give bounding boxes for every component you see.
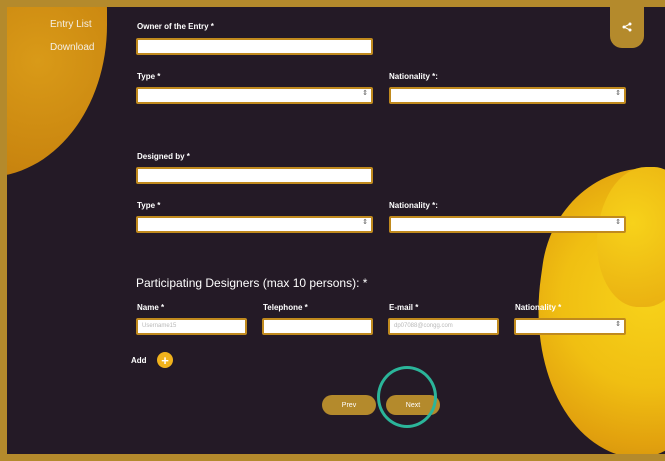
col-name-label: Name * (137, 303, 165, 312)
col-nationality-label: Nationality * (515, 303, 562, 312)
owner-label: Owner of the Entry * (137, 22, 214, 31)
designer-input[interactable] (136, 167, 373, 184)
designer-nationality-label: Nationality *: (389, 201, 438, 210)
designer-email-input[interactable]: dp07088@congg.com (388, 318, 499, 335)
owner-nationality-label: Nationality *: (389, 72, 438, 81)
select-arrow-icon: ⇕ (362, 90, 368, 97)
owner-input[interactable] (136, 38, 373, 55)
participating-title: Participating Designers (max 10 persons)… (136, 276, 368, 290)
designer-nationality-select[interactable]: ⇕ (514, 318, 626, 335)
designer-telephone-input[interactable] (262, 318, 373, 335)
decorative-blob-left (7, 7, 107, 177)
share-button[interactable] (610, 6, 644, 48)
col-email-label: E-mail * (389, 303, 419, 312)
designer-label: Designed by * (137, 152, 190, 161)
nav-download[interactable]: Download (50, 42, 94, 53)
add-label: Add (131, 356, 147, 365)
add-designer-button[interactable]: + (157, 352, 173, 368)
plus-icon: + (161, 352, 169, 368)
select-arrow-icon: ⇕ (362, 219, 368, 226)
designer-type-select[interactable]: ⇕ (136, 216, 373, 233)
select-arrow-icon: ⇕ (615, 219, 621, 226)
designer-name-input[interactable]: Username15 (136, 318, 247, 335)
select-arrow-icon: ⇕ (615, 90, 621, 97)
designer-nationality-select[interactable]: ⇕ (389, 216, 626, 233)
next-button-highlight-ring (377, 366, 437, 428)
col-telephone-label: Telephone * (263, 303, 308, 312)
designer-type-label: Type * (137, 201, 161, 210)
owner-nationality-select[interactable]: ⇕ (389, 87, 626, 104)
nav-entry-list[interactable]: Entry List (50, 19, 92, 30)
owner-type-label: Type * (137, 72, 161, 81)
share-icon (622, 22, 632, 32)
prev-button[interactable]: Prev (322, 395, 376, 415)
select-arrow-icon: ⇕ (615, 321, 621, 328)
owner-type-select[interactable]: ⇕ (136, 87, 373, 104)
